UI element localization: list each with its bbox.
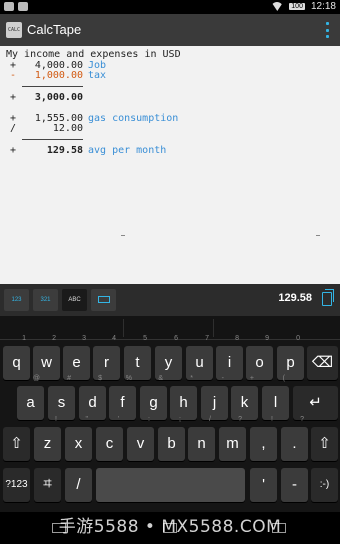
- tape-heading: My income and expenses in USD: [6, 49, 181, 60]
- shift-icon: ⇧: [318, 435, 331, 452]
- key-s[interactable]: # s: [48, 375, 75, 420]
- key-h[interactable]: * h: [170, 375, 197, 420]
- wifi-icon: [271, 2, 284, 11]
- key-d[interactable]: $ d: [79, 375, 106, 420]
- key-apostrophe[interactable]: ': [250, 468, 277, 502]
- operator: +: [10, 145, 17, 156]
- key-g[interactable]: & g: [140, 375, 167, 420]
- value: 129.58: [46, 145, 83, 156]
- note: avg per month: [88, 145, 167, 156]
- symbols-key[interactable]: ?123: [3, 468, 30, 502]
- shift-icon: ⇧: [10, 435, 23, 452]
- operator: -: [10, 70, 17, 81]
- key-i[interactable]: 8i: [216, 335, 243, 380]
- backspace-icon: ⌫: [311, 354, 334, 371]
- key-r[interactable]: 4r: [93, 335, 120, 380]
- result-value: 129.58: [278, 292, 312, 304]
- key-m[interactable]: ? m: [219, 416, 246, 461]
- shift-key-right[interactable]: ⇧: [311, 427, 338, 461]
- overflow-menu-icon[interactable]: [326, 22, 330, 38]
- value: 3,000.00: [34, 92, 83, 103]
- cursor-marker: [316, 235, 320, 236]
- tape-row-total[interactable]: + 129.58 avg per month: [0, 145, 340, 157]
- soft-keyboard: 1q 2w 3e 4r 5t 6y 7u 8i 9o 0p ⌫ @ a # s $ d…: [0, 335, 340, 512]
- key-a[interactable]: @ a: [17, 375, 44, 420]
- keyboard-toggle-button[interactable]: [91, 289, 116, 311]
- notification-icon: [18, 2, 28, 11]
- mode-abc-button[interactable]: ABC: [62, 289, 87, 311]
- key-p[interactable]: 0p: [277, 335, 304, 380]
- app-title: CalcTape: [27, 22, 82, 37]
- total-divider: [22, 139, 83, 140]
- notification-icons: [4, 2, 28, 11]
- clock: 12:18: [310, 1, 336, 12]
- mode-toolbar: 123 321 ABC 129.58: [0, 284, 340, 316]
- tape-row-total[interactable]: + 3,000.00: [0, 92, 340, 104]
- enter-key[interactable]: ↵: [293, 386, 338, 420]
- operator: /: [10, 123, 17, 134]
- key-b[interactable]: ; b: [158, 416, 185, 461]
- backspace-key[interactable]: ⌫: [307, 346, 338, 380]
- space-key[interactable]: [96, 468, 245, 502]
- key-n[interactable]: / n: [188, 416, 215, 461]
- copy-icon[interactable]: [322, 289, 334, 306]
- smiley-key[interactable]: :-): [311, 468, 338, 502]
- operator: +: [10, 92, 17, 103]
- language-key[interactable]: ヰ: [34, 468, 61, 502]
- key-comma[interactable]: !,: [250, 416, 277, 461]
- key-slash[interactable]: /: [65, 468, 92, 502]
- suggestion-strip[interactable]: [0, 316, 340, 340]
- enter-icon: ↵: [309, 394, 322, 411]
- key-v[interactable]: :v: [127, 416, 154, 461]
- key-x[interactable]: " x: [65, 416, 92, 461]
- key-l[interactable]: (l: [262, 375, 289, 420]
- keyboard-icon: [97, 296, 110, 303]
- key-q[interactable]: 1q: [3, 335, 30, 380]
- key-dash[interactable]: -: [281, 468, 308, 502]
- tape-area[interactable]: My income and expenses in USD + 4,000.00…: [0, 46, 340, 284]
- key-j[interactable]: -j: [201, 375, 228, 420]
- tape-row[interactable]: / 12.00: [0, 123, 340, 135]
- app-icon[interactable]: CALC: [6, 22, 22, 38]
- mode-321-button[interactable]: 321: [33, 289, 58, 311]
- cursor-marker: [121, 235, 125, 236]
- battery-icon: 100: [289, 3, 305, 10]
- mode-123-button[interactable]: 123: [4, 289, 29, 311]
- key-c[interactable]: ' c: [96, 416, 123, 461]
- shift-key-left[interactable]: ⇧: [3, 427, 30, 461]
- status-bar: 100 12:18: [0, 0, 340, 14]
- value: 12.00: [52, 123, 83, 134]
- action-bar: CALC CalcTape: [0, 14, 340, 46]
- total-divider: [22, 86, 83, 87]
- value: 1,000.00: [34, 70, 83, 81]
- key-period[interactable]: ?.: [281, 416, 308, 461]
- key-f[interactable]: % f: [109, 375, 136, 420]
- tape-row[interactable]: - 1,000.00 tax: [0, 70, 340, 82]
- note: tax: [88, 70, 107, 81]
- watermark: 手游5588 • MX5588.COM: [58, 517, 282, 537]
- key-z[interactable]: ! z: [34, 416, 61, 461]
- notification-icon: [4, 2, 14, 11]
- key-k[interactable]: + k: [231, 375, 258, 420]
